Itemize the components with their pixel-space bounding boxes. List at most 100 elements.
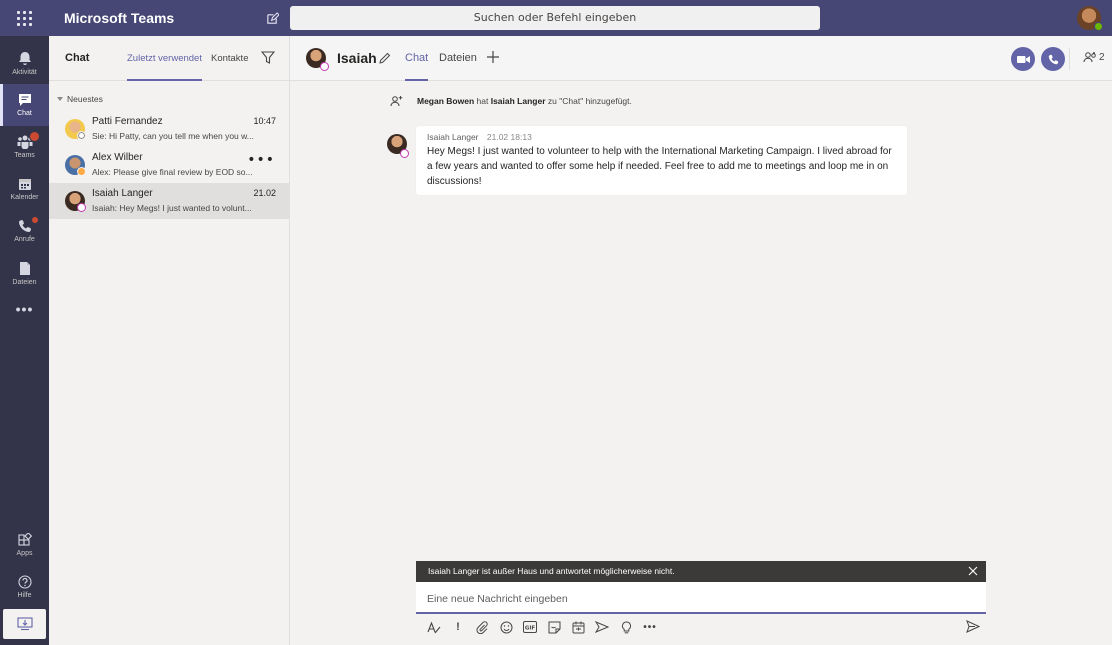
app-rail: Aktivität Chat Teams Kalender Anrufe Dat… — [0, 36, 49, 645]
message-timestamp: 21.02 18:13 — [486, 132, 532, 142]
calendar-icon — [572, 621, 584, 633]
section-recent[interactable]: Neuestes — [57, 93, 289, 105]
tab-contacts[interactable]: Kontakte — [211, 36, 249, 81]
gif-icon: GIF — [523, 621, 537, 633]
format-icon — [427, 620, 441, 633]
apps-icon — [17, 533, 32, 546]
download-app-button[interactable] — [3, 609, 46, 639]
conversation-panel: Isaiah Chat Dateien 2 Megan Bowen hat Is… — [290, 36, 1112, 645]
contact-name: Isaiah Langer — [92, 188, 153, 199]
rail-item-teams[interactable]: Teams — [0, 126, 49, 168]
chat-list-title: Chat — [65, 52, 90, 64]
more-icon: ••• — [15, 301, 34, 317]
gif-button[interactable]: GIF — [522, 619, 538, 635]
tab-recent[interactable]: Zuletzt verwendet — [127, 36, 202, 81]
more-options-icon[interactable]: ••• — [247, 153, 275, 167]
stream-icon — [595, 621, 609, 633]
rail-item-calls[interactable]: Anrufe — [0, 210, 49, 252]
rail-label: Anrufe — [14, 236, 35, 243]
more-options-button[interactable]: ••• — [642, 619, 658, 635]
system-message: Megan Bowen hat Isaiah Langer zu "Chat" … — [390, 95, 632, 107]
rail-item-chat[interactable]: Chat — [0, 84, 49, 126]
filter-icon[interactable] — [261, 51, 275, 64]
rail-label: Teams — [14, 152, 35, 159]
rail-item-help[interactable]: Hilfe — [0, 566, 49, 608]
add-tab-icon[interactable] — [487, 51, 499, 63]
more-icon: ••• — [643, 621, 657, 633]
message-author: Isaiah Langer — [427, 132, 479, 142]
message-preview: Alex: Please give final review by EOD so… — [92, 167, 253, 177]
rail-item-apps[interactable]: Apps — [0, 524, 49, 566]
message-bubble[interactable]: Isaiah Langer 21.02 18:13 Hey Megs! I ju… — [416, 126, 907, 195]
conversation-header: Isaiah Chat Dateien 2 — [290, 36, 1112, 81]
presence-oof-icon — [77, 203, 86, 212]
sticker-button[interactable] — [546, 619, 562, 635]
close-icon[interactable] — [968, 566, 978, 576]
rail-item-activity[interactable]: Aktivität — [0, 42, 49, 84]
rail-more-button[interactable]: ••• — [0, 288, 49, 330]
chat-list-header: Chat Zuletzt verwendet Kontakte — [49, 36, 289, 81]
message-text: Hey Megs! I just wanted to volunteer to … — [427, 146, 892, 187]
emoji-button[interactable] — [498, 619, 514, 635]
lightbulb-icon — [621, 620, 631, 633]
list-item[interactable]: Alex Wilber ••• Alex: Please give final … — [49, 147, 289, 183]
tab-files[interactable]: Dateien — [439, 36, 477, 81]
new-chat-button[interactable] — [262, 8, 282, 28]
phone-icon — [18, 220, 31, 232]
app-launcher-button[interactable] — [0, 0, 48, 36]
tab-chat[interactable]: Chat — [405, 36, 429, 81]
emoji-icon — [500, 621, 512, 633]
stream-button[interactable] — [594, 619, 610, 635]
message-meta: Isaiah Langer 21.02 18:13 — [427, 132, 896, 142]
audio-call-button[interactable] — [1041, 47, 1065, 71]
out-of-office-banner: Isaiah Langer ist außer Haus und antwort… — [416, 561, 986, 582]
target-name: Isaiah Langer — [490, 96, 546, 106]
attach-button[interactable] — [474, 619, 490, 635]
rail-label: Apps — [16, 550, 33, 557]
file-icon — [19, 261, 30, 275]
send-icon[interactable] — [966, 620, 980, 633]
schedule-meeting-button[interactable] — [570, 619, 586, 635]
presence-offline-icon — [77, 131, 86, 140]
presence-away-icon — [77, 167, 86, 176]
actor-name: Megan Bowen — [417, 96, 475, 106]
praise-button[interactable] — [618, 619, 634, 635]
list-item[interactable]: Isaiah Langer 21.02 Isaiah: Hey Megs! I … — [49, 183, 289, 219]
people-icon — [1083, 52, 1096, 63]
waffle-icon — [16, 10, 32, 26]
chat-list-panel: Chat Zuletzt verwendet Kontakte Neuestes… — [49, 36, 290, 645]
message-time: 10:47 — [253, 116, 276, 126]
exclamation-icon: ! — [456, 621, 460, 633]
important-button[interactable]: ! — [450, 619, 466, 635]
paperclip-icon — [476, 620, 488, 634]
contact-name: Patti Fernandez — [92, 116, 163, 127]
video-call-button[interactable] — [1011, 47, 1035, 71]
search-input[interactable]: Suchen oder Befehl eingeben — [290, 6, 820, 30]
section-label: Neuestes — [67, 94, 103, 104]
help-icon — [17, 575, 32, 589]
compose-box[interactable] — [416, 582, 986, 614]
message-preview: Isaiah: Hey Megs! I just wanted to volun… — [92, 203, 252, 213]
message-time: 21.02 — [253, 188, 276, 198]
divider — [1069, 48, 1070, 70]
message-preview: Sie: Hi Patty, can you tell me when you … — [92, 131, 254, 141]
participants-button[interactable]: 2 — [1083, 51, 1105, 63]
rail-label: Kalender — [10, 194, 39, 201]
compose-icon — [266, 11, 279, 24]
calendar-icon — [18, 179, 31, 190]
phone-icon — [1048, 54, 1058, 64]
list-item[interactable]: Patti Fernandez 10:47 Sie: Hi Patty, can… — [49, 111, 289, 147]
oof-text: Isaiah Langer ist außer Haus und antwort… — [428, 566, 675, 576]
chevron-down-icon — [57, 97, 63, 101]
participants-count: 2 — [1099, 51, 1105, 63]
sticker-icon — [548, 621, 560, 633]
pencil-icon[interactable] — [379, 52, 391, 64]
chat-icon — [18, 94, 31, 106]
video-icon — [1016, 55, 1030, 63]
contact-name: Alex Wilber — [92, 152, 143, 163]
format-button[interactable] — [426, 619, 442, 635]
rail-item-calendar[interactable]: Kalender — [0, 168, 49, 210]
message-input[interactable] — [427, 593, 967, 605]
presence-oof-icon — [400, 149, 409, 158]
rail-label: Dateien — [12, 278, 37, 286]
